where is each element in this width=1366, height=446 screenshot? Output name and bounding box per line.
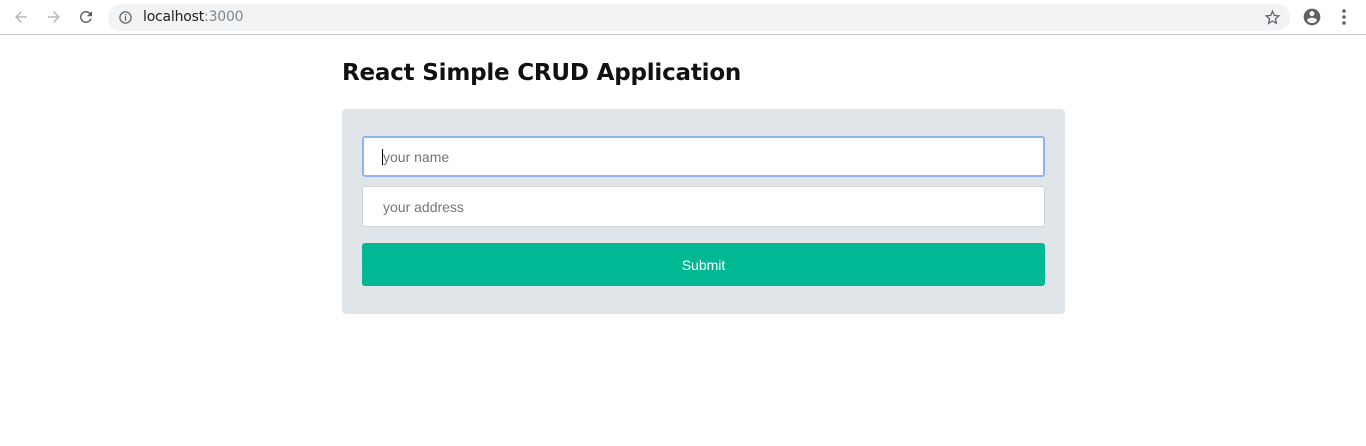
account-circle-icon[interactable] xyxy=(1302,7,1322,27)
arrow-left-icon xyxy=(15,11,27,23)
reload-button[interactable] xyxy=(74,5,98,29)
info-icon[interactable] xyxy=(118,10,133,25)
submit-button[interactable]: Submit xyxy=(362,243,1045,286)
page-title: React Simple CRUD Application xyxy=(342,60,742,86)
address-bar[interactable]: localhost:3000 xyxy=(108,4,1290,31)
forward-button[interactable] xyxy=(42,5,66,29)
more-vert-icon[interactable] xyxy=(1336,7,1352,27)
url-port: :3000 xyxy=(204,9,244,25)
url-host: localhost xyxy=(143,9,205,25)
arrow-right-icon xyxy=(48,11,60,23)
back-button[interactable] xyxy=(9,5,33,29)
name-input[interactable] xyxy=(362,136,1045,177)
reload-icon xyxy=(79,10,92,23)
address-input[interactable] xyxy=(362,186,1045,227)
browser-toolbar: localhost:3000 xyxy=(0,0,1366,35)
text-caret xyxy=(382,149,383,165)
crud-form: Submit xyxy=(342,109,1065,314)
url-text: localhost:3000 xyxy=(143,9,244,25)
star-icon[interactable] xyxy=(1263,8,1282,27)
